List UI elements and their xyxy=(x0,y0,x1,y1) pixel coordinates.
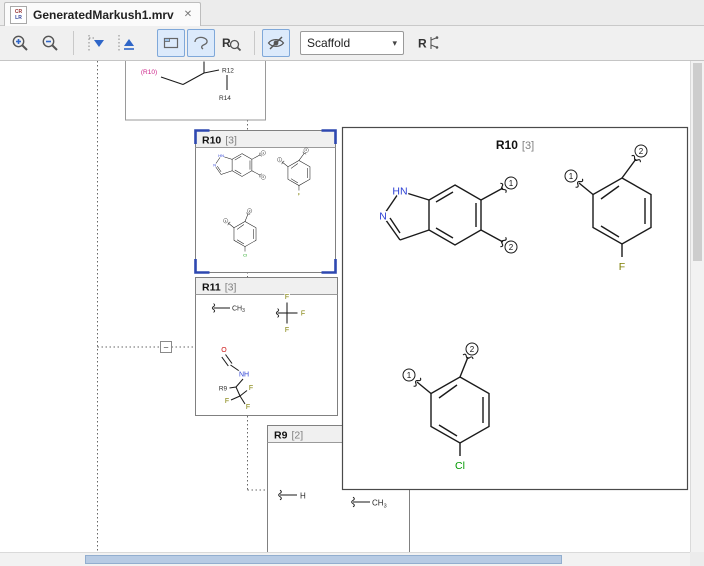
toolbar-separator xyxy=(254,31,255,55)
scaffold-fragment[interactable]: (R10) R12 R14 xyxy=(126,61,266,120)
tree-collapse-toggle[interactable]: − xyxy=(161,342,172,353)
toolbar-separator xyxy=(73,31,74,55)
atom-label-f: F xyxy=(301,311,305,318)
rgroup-box-r10[interactable]: R10[3] xyxy=(196,131,336,273)
collapse-tree-icon xyxy=(114,33,136,53)
markush-doc-icon: CR LR xyxy=(10,6,27,24)
fragment-r9-ref-label: R9 xyxy=(219,386,228,393)
collapse-rgroups-button[interactable] xyxy=(111,29,139,57)
zoom-out-icon xyxy=(40,33,60,53)
atom-label-f: F xyxy=(225,398,229,405)
atom-label-f: F xyxy=(249,385,253,392)
rect-select-button[interactable] xyxy=(157,29,185,57)
zoom-in-button[interactable] xyxy=(6,29,34,57)
detail-panel-title: R10[3] xyxy=(496,138,534,152)
rgroup-attachment-icon: R xyxy=(416,33,440,53)
chevron-down-icon: ▾ xyxy=(392,38,397,49)
rect-select-icon xyxy=(161,33,181,53)
scaffold-dropdown[interactable]: Scaffold ▾ xyxy=(300,31,404,55)
rgroup-box-header: R11[3] xyxy=(202,282,236,294)
rgroup-attachment-button[interactable]: R xyxy=(412,29,444,57)
rgroup-detail-panel: R10[3] xyxy=(343,128,688,490)
rgroup-box-r11[interactable]: R11[3] CH3 F F F xyxy=(196,278,338,416)
find-rgroup-button[interactable]: R xyxy=(217,29,245,57)
fragment-h-label: H xyxy=(300,492,306,501)
rgroup-box-header: R10[3] xyxy=(202,135,237,147)
horizontal-scrollbar-thumb[interactable] xyxy=(85,555,562,564)
toolbar: R Scaffold ▾ R xyxy=(0,26,704,61)
lasso-select-button[interactable] xyxy=(187,29,215,57)
eye-slash-icon xyxy=(266,33,286,53)
expand-rgroups-button[interactable] xyxy=(81,29,109,57)
scaffold-r12-label: R12 xyxy=(222,68,234,75)
horizontal-scrollbar[interactable] xyxy=(0,552,690,566)
app-window: CR LR GeneratedMarkush1.mrv ✕ xyxy=(0,0,704,566)
atom-label-f: F xyxy=(285,294,289,301)
drawing-area[interactable]: 1 2 HN N 2 xyxy=(0,61,690,552)
scaffold-dropdown-value: Scaffold xyxy=(307,36,350,50)
tab-close-icon[interactable]: ✕ xyxy=(184,9,192,20)
rgroup-search-icon: R xyxy=(220,33,242,53)
expand-tree-icon xyxy=(84,33,106,53)
vertical-scrollbar[interactable] xyxy=(690,61,704,552)
scaffold-r14-label: R14 xyxy=(219,95,231,102)
atom-label-f: F xyxy=(285,327,289,334)
atom-label-nh: NH xyxy=(239,372,249,379)
tab-title: GeneratedMarkush1.mrv xyxy=(33,8,174,22)
scrollbar-corner xyxy=(690,552,704,566)
document-tab[interactable]: CR LR GeneratedMarkush1.mrv ✕ xyxy=(4,2,201,26)
atom-label-f: F xyxy=(246,404,250,411)
vertical-scrollbar-thumb[interactable] xyxy=(693,63,702,261)
zoom-out-button[interactable] xyxy=(36,29,64,57)
svg-text:R: R xyxy=(418,37,427,51)
svg-text:R: R xyxy=(222,36,231,50)
zoom-in-icon xyxy=(10,33,30,53)
lasso-icon xyxy=(191,33,211,53)
canvas[interactable]: 1 2 HN N 2 xyxy=(0,61,704,566)
collapse-glyph: − xyxy=(163,343,168,353)
hide-rgroups-button[interactable] xyxy=(262,29,290,57)
scaffold-r10-label: (R10) xyxy=(141,69,157,76)
atom-label-o: O xyxy=(221,347,227,354)
tab-bar: CR LR GeneratedMarkush1.mrv ✕ xyxy=(0,0,704,26)
doc-icon-row2: LR xyxy=(15,15,22,21)
